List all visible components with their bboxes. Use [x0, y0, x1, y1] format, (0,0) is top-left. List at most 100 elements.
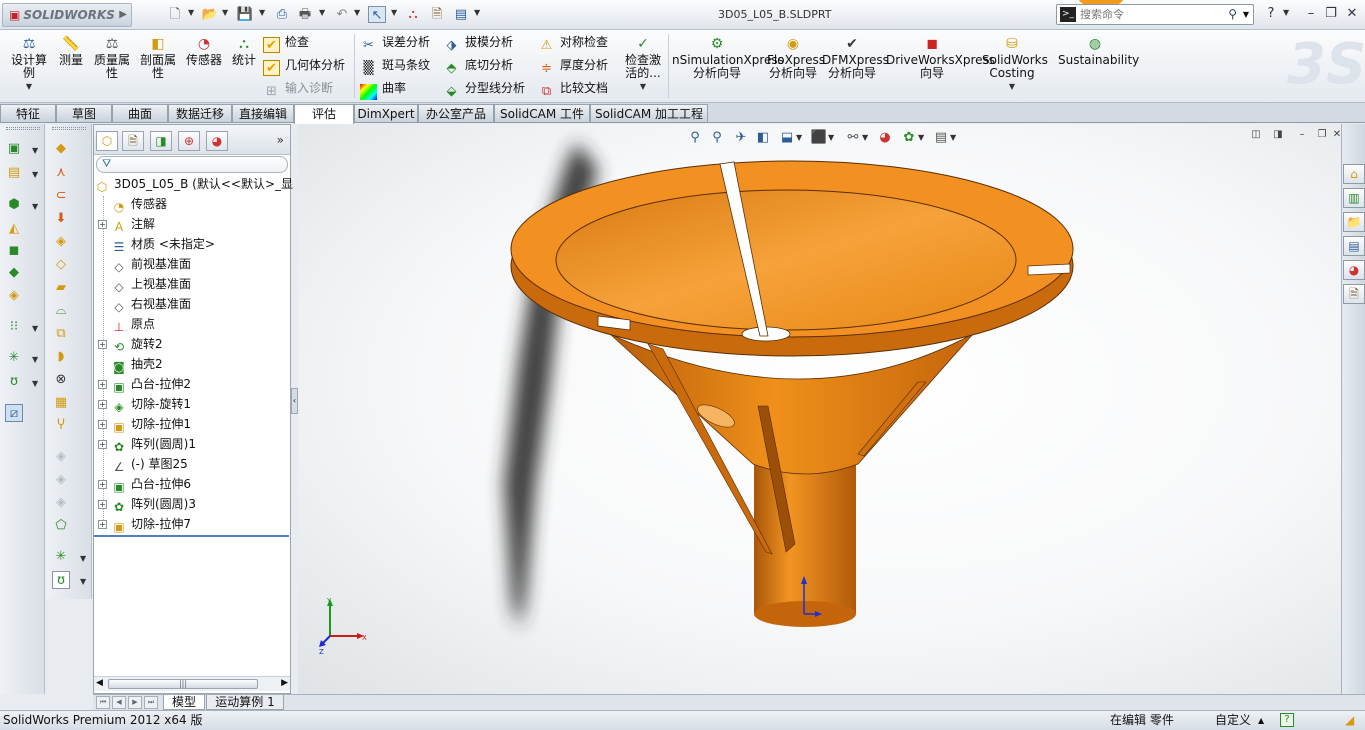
tree-item[interactable]: + ▣ 凸台-拉伸6: [98, 474, 191, 494]
file-explorer-icon[interactable]: 📁: [1343, 212, 1365, 232]
wrap-icon[interactable]: ▰: [52, 279, 70, 297]
reference-geometry-2-icon[interactable]: ✳: [52, 548, 70, 566]
open-dropdown-icon[interactable]: ▼: [222, 8, 228, 17]
dropdown-icon[interactable]: ▼: [32, 379, 38, 388]
view-orientation-icon[interactable]: ⬓: [778, 129, 796, 147]
close-icon[interactable]: ✕: [1343, 5, 1361, 23]
dome-icon[interactable]: ⌓: [52, 302, 70, 320]
resize-grip-icon[interactable]: ◢: [1345, 711, 1354, 730]
dimxpertmanager-tab-icon[interactable]: ⊕: [178, 131, 200, 151]
check-button[interactable]: ✔ 检查: [263, 32, 309, 53]
undo-dropdown-icon[interactable]: ▼: [354, 8, 360, 17]
solidworks-resources-icon[interactable]: ⌂: [1343, 164, 1365, 184]
first-tab-icon[interactable]: ⏮: [96, 696, 110, 709]
lofted-boss-icon[interactable]: ◭: [5, 220, 23, 238]
zebra-stripes-button[interactable]: ▒ 斑马条纹: [360, 55, 431, 76]
graphics-area[interactable]: ⚲ ⚲ ✈ ◧ ⬓ ▼ ⬛ ▼ ⚯ ▼ ◕ ✿ ▼ ▤ ▼ ◫ ◨ – ❐ ✕ Y X Z: [298, 124, 1341, 694]
dropdown-icon[interactable]: ▼: [32, 324, 38, 333]
flex-icon[interactable]: ◗: [52, 348, 70, 366]
expand-icon[interactable]: +: [98, 480, 107, 489]
view-orientation-dropdown-icon[interactable]: ▼: [796, 133, 802, 142]
tab-features[interactable]: 特征: [0, 104, 56, 122]
last-tab-icon[interactable]: ⏭: [144, 696, 158, 709]
funnel-model[interactable]: [298, 124, 1341, 694]
appearances-icon[interactable]: ◕: [1343, 260, 1365, 280]
mass-properties-button[interactable]: ⚖ 质量属性: [92, 36, 132, 80]
print-dropdown-icon[interactable]: ▼: [319, 8, 325, 17]
solidworks-logo[interactable]: ▣ SOLIDWORKS ▶: [2, 3, 132, 27]
combine-icon[interactable]: ▦: [52, 394, 70, 412]
viewport-tile-icon[interactable]: ◫: [1248, 128, 1264, 142]
custom-properties-icon[interactable]: 🗎: [1343, 284, 1365, 304]
dropdown-icon[interactable]: ▼: [80, 554, 86, 563]
dropdown-icon[interactable]: ▼: [32, 170, 38, 179]
extruded-cut-icon[interactable]: ◆: [5, 264, 23, 282]
undo-icon[interactable]: ↶: [333, 6, 351, 23]
tree-item[interactable]: ☰ 材质 <未指定>: [98, 234, 215, 254]
costing-button[interactable]: ⛁ SolidWorks Costing ▼: [982, 36, 1048, 93]
tab-sketch[interactable]: 草图: [56, 104, 112, 122]
viewport-split-icon[interactable]: ◨: [1270, 128, 1286, 142]
dropdown-icon[interactable]: ▼: [32, 202, 38, 211]
tree-item[interactable]: ◇ 上视基准面: [98, 274, 191, 294]
tree-item[interactable]: ◙ 抽壳2: [98, 354, 162, 374]
search-icon[interactable]: ⚲: [1228, 7, 1237, 21]
print-icon[interactable]: ⎙: [273, 6, 291, 23]
dfmxpress-button[interactable]: ✔ DFMXpress 分析向导: [822, 36, 889, 80]
apply-scene-icon[interactable]: ✿: [900, 129, 918, 147]
section-properties-button[interactable]: ◧ 剖面属性: [138, 36, 178, 80]
propertymanager-tab-icon[interactable]: 🗎: [122, 131, 144, 151]
simulationxpress-button[interactable]: ⚙ nSimulationXpress 分析向导: [672, 36, 784, 80]
deviation-analysis-button[interactable]: ✂ 误差分析: [360, 32, 430, 53]
sensor-button[interactable]: ◔ 传感器: [184, 36, 224, 67]
tab-model[interactable]: 模型: [163, 695, 205, 710]
scroll-thumb[interactable]: |||: [108, 679, 258, 689]
curves-icon[interactable]: ʊ: [5, 373, 23, 391]
tree-item[interactable]: + ✿ 阵列(圆周)1: [98, 434, 196, 454]
hole-wizard-icon[interactable]: Ⴤ: [52, 417, 70, 435]
expand-icon[interactable]: +: [98, 220, 107, 229]
apply-scene-dropdown-icon[interactable]: ▼: [918, 133, 924, 142]
new-dropdown-icon[interactable]: ▼: [188, 8, 194, 17]
expand-icon[interactable]: +: [98, 380, 107, 389]
tree-filter-input[interactable]: ⛛: [96, 156, 288, 173]
displaymanager-tab-icon[interactable]: ◕: [206, 131, 228, 151]
dropdown-icon[interactable]: ▼: [80, 577, 86, 586]
curves-2-icon[interactable]: ʊ: [52, 571, 70, 589]
geometry-analysis-button[interactable]: ✔ 几何体分析: [263, 55, 345, 76]
tab-direct-editing[interactable]: 直接编辑: [232, 104, 294, 122]
mirror-icon[interactable]: ◇: [52, 256, 70, 274]
feature-tree-hscroll[interactable]: ◀ ||| ▶: [94, 676, 290, 691]
expand-icon[interactable]: +: [98, 440, 107, 449]
tab-surfaces[interactable]: 曲面: [112, 104, 168, 122]
tab-motion-study[interactable]: 运动算例 1: [206, 695, 284, 710]
expand-icon[interactable]: +: [98, 420, 107, 429]
search-input[interactable]: [1080, 7, 1225, 22]
design-library-icon[interactable]: ▥: [1343, 188, 1365, 208]
rollback-bar[interactable]: [94, 535, 289, 537]
draft-analysis-button[interactable]: ⬗ 拔模分析: [443, 32, 514, 53]
undercut-analysis-button[interactable]: ⬘ 底切分析: [443, 55, 514, 76]
scroll-right-icon[interactable]: ▶: [281, 678, 288, 688]
view-palette-icon[interactable]: ▤: [1343, 236, 1365, 256]
help-icon[interactable]: ?: [1262, 5, 1280, 23]
tree-item[interactable]: + A 注解: [98, 214, 155, 234]
revolve-boss-icon[interactable]: ▤: [5, 164, 23, 182]
printer-icon[interactable]: 🖶: [296, 6, 314, 23]
hide-show-dropdown-icon[interactable]: ▼: [862, 133, 868, 142]
prev-tab-icon[interactable]: ◀: [112, 696, 126, 709]
tree-item[interactable]: ⊥ 原点: [98, 314, 155, 334]
search-commands[interactable]: >_ ⚲ ▼: [1056, 4, 1254, 25]
save-dropdown-icon[interactable]: ▼: [259, 8, 265, 17]
tree-item[interactable]: ◔ 传感器: [98, 194, 167, 214]
swept-boss-icon[interactable]: ⬢: [5, 196, 23, 214]
tab-dimxpert[interactable]: DimXpert: [354, 104, 418, 122]
view-settings-dropdown-icon[interactable]: ▼: [950, 133, 956, 142]
boundary-boss-icon[interactable]: ◼: [5, 242, 23, 260]
intersect-icon[interactable]: ⧉: [52, 325, 70, 343]
expand-icon[interactable]: +: [98, 500, 107, 509]
delete-face-icon[interactable]: ⊗: [52, 371, 70, 389]
tree-item[interactable]: + ▣ 凸台-拉伸2: [98, 374, 191, 394]
select-dropdown-icon[interactable]: ▼: [391, 8, 397, 17]
tab-evaluate[interactable]: 评估: [294, 104, 354, 124]
